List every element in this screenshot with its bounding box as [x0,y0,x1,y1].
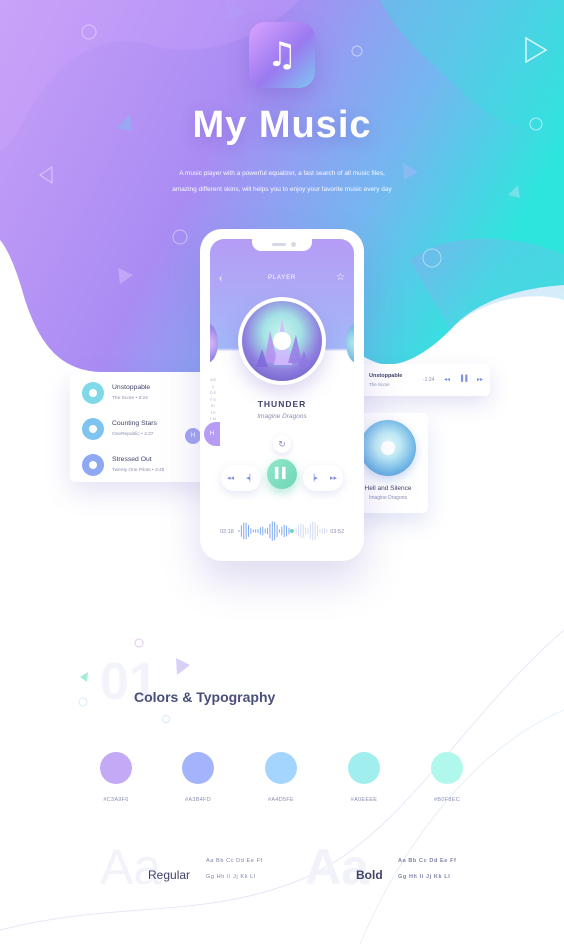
page-title: My Music [192,104,372,146]
swatch-label: #A4D5FE [268,797,294,803]
song-meta: The Score • 3:24 [112,396,148,401]
list-item[interactable]: Unstoppable The Score • 3:24 [70,374,220,410]
rewind-controls: ◂◂ ◂▏ [221,465,261,491]
disc-icon [82,382,104,404]
song-artist: Imagine Dragons [257,413,307,420]
player-header: PLAYER [267,275,297,281]
app-icon: ♫ [249,22,315,88]
color-swatch [348,752,380,784]
color-swatch [265,752,297,784]
song-title: Stressed Out [112,456,152,463]
progress-handle [289,529,294,533]
swatch-label: #B0F8EC [434,797,460,803]
glyph-set-regular: Aa Bb Cc Dd Ee Ff Gg Hh Ii Jj Kk Ll [206,858,263,880]
previous-cover[interactable] [210,323,218,363]
mini-player-title: Unstoppable [369,373,403,379]
pause-button[interactable]: ▌▌ [267,459,297,489]
waveform-progress[interactable] [237,520,329,542]
skip-forward-icon[interactable]: ▸▸ [330,474,337,482]
mini-player-time: -1:24 [423,377,435,383]
player-screen: ‹ PLAYER ☆ THUNDER Imagine Dragons ↻ ◂◂ … [210,239,354,551]
swatch-label: #A0EEEE [350,797,378,803]
skip-forward-icon[interactable]: ▸▸ [477,376,483,383]
fast-forward-icon[interactable]: ▕▸ [309,474,318,482]
repeat-icon[interactable]: ↻ [273,435,291,453]
color-swatch [431,752,463,784]
color-swatch [182,752,214,784]
rewind-icon[interactable]: ◂▏ [246,474,255,482]
skip-back-icon[interactable]: ◂◂ [444,376,450,383]
song-meta: Twenty One Pilots • 3:45 [112,468,165,473]
swatch-label: #A3B4FD [185,797,211,803]
index-letter-bubble: H [185,428,201,444]
song-list-card: Unstoppable The Score • 3:24 Counting St… [70,372,220,482]
disc-icon [82,418,104,440]
next-cover[interactable] [346,323,354,363]
disc-icon [82,454,104,476]
song-meta: OneRepublic • 4:37 [112,432,154,437]
time-elapsed: 02:18 [220,529,234,535]
mini-player-artist: The Score [369,382,390,387]
font-weight-regular: Regular [148,868,191,882]
font-sample-regular: Aa [100,839,162,895]
swatch-label: #C3A9F6 [103,797,129,803]
music-note-icon: ♫ [266,35,298,75]
star-icon[interactable]: ☆ [336,272,345,283]
section-title: Colors & Typography [134,689,276,705]
album-art [360,420,416,476]
forward-controls: ▕▸ ▸▸ [303,465,343,491]
mini-player[interactable]: Unstoppable The Score -1:24 ◂◂ ▌▌ ▸▸ [342,364,490,396]
index-tab[interactable]: H [204,422,220,446]
time-total: 03:52 [330,529,344,535]
font-weight-bold: Bold [356,868,383,882]
font-sample-bold: Aa [305,839,369,895]
phone-mockup: ‹ PLAYER ☆ THUNDER Imagine Dragons ↻ ◂◂ … [200,229,364,561]
pause-icon[interactable]: ▌▌ [461,376,470,382]
hero-description: A music player with a powerful equalizer… [172,170,392,193]
song-title: Counting Stars [112,420,157,427]
glyph-set-bold: Aa Bb Cc Dd Ee Ff Gg Hh Ii Jj Kk Ll [398,858,457,880]
album-cover [238,297,326,385]
phone-notch [252,239,312,251]
list-item[interactable]: Stressed Out Twenty One Pilots • 3:45 [70,446,220,482]
song-title: Unstoppable [112,384,151,391]
song-title: THUNDER [257,399,307,409]
color-swatch [100,752,132,784]
skip-back-icon[interactable]: ◂◂ [227,474,234,482]
